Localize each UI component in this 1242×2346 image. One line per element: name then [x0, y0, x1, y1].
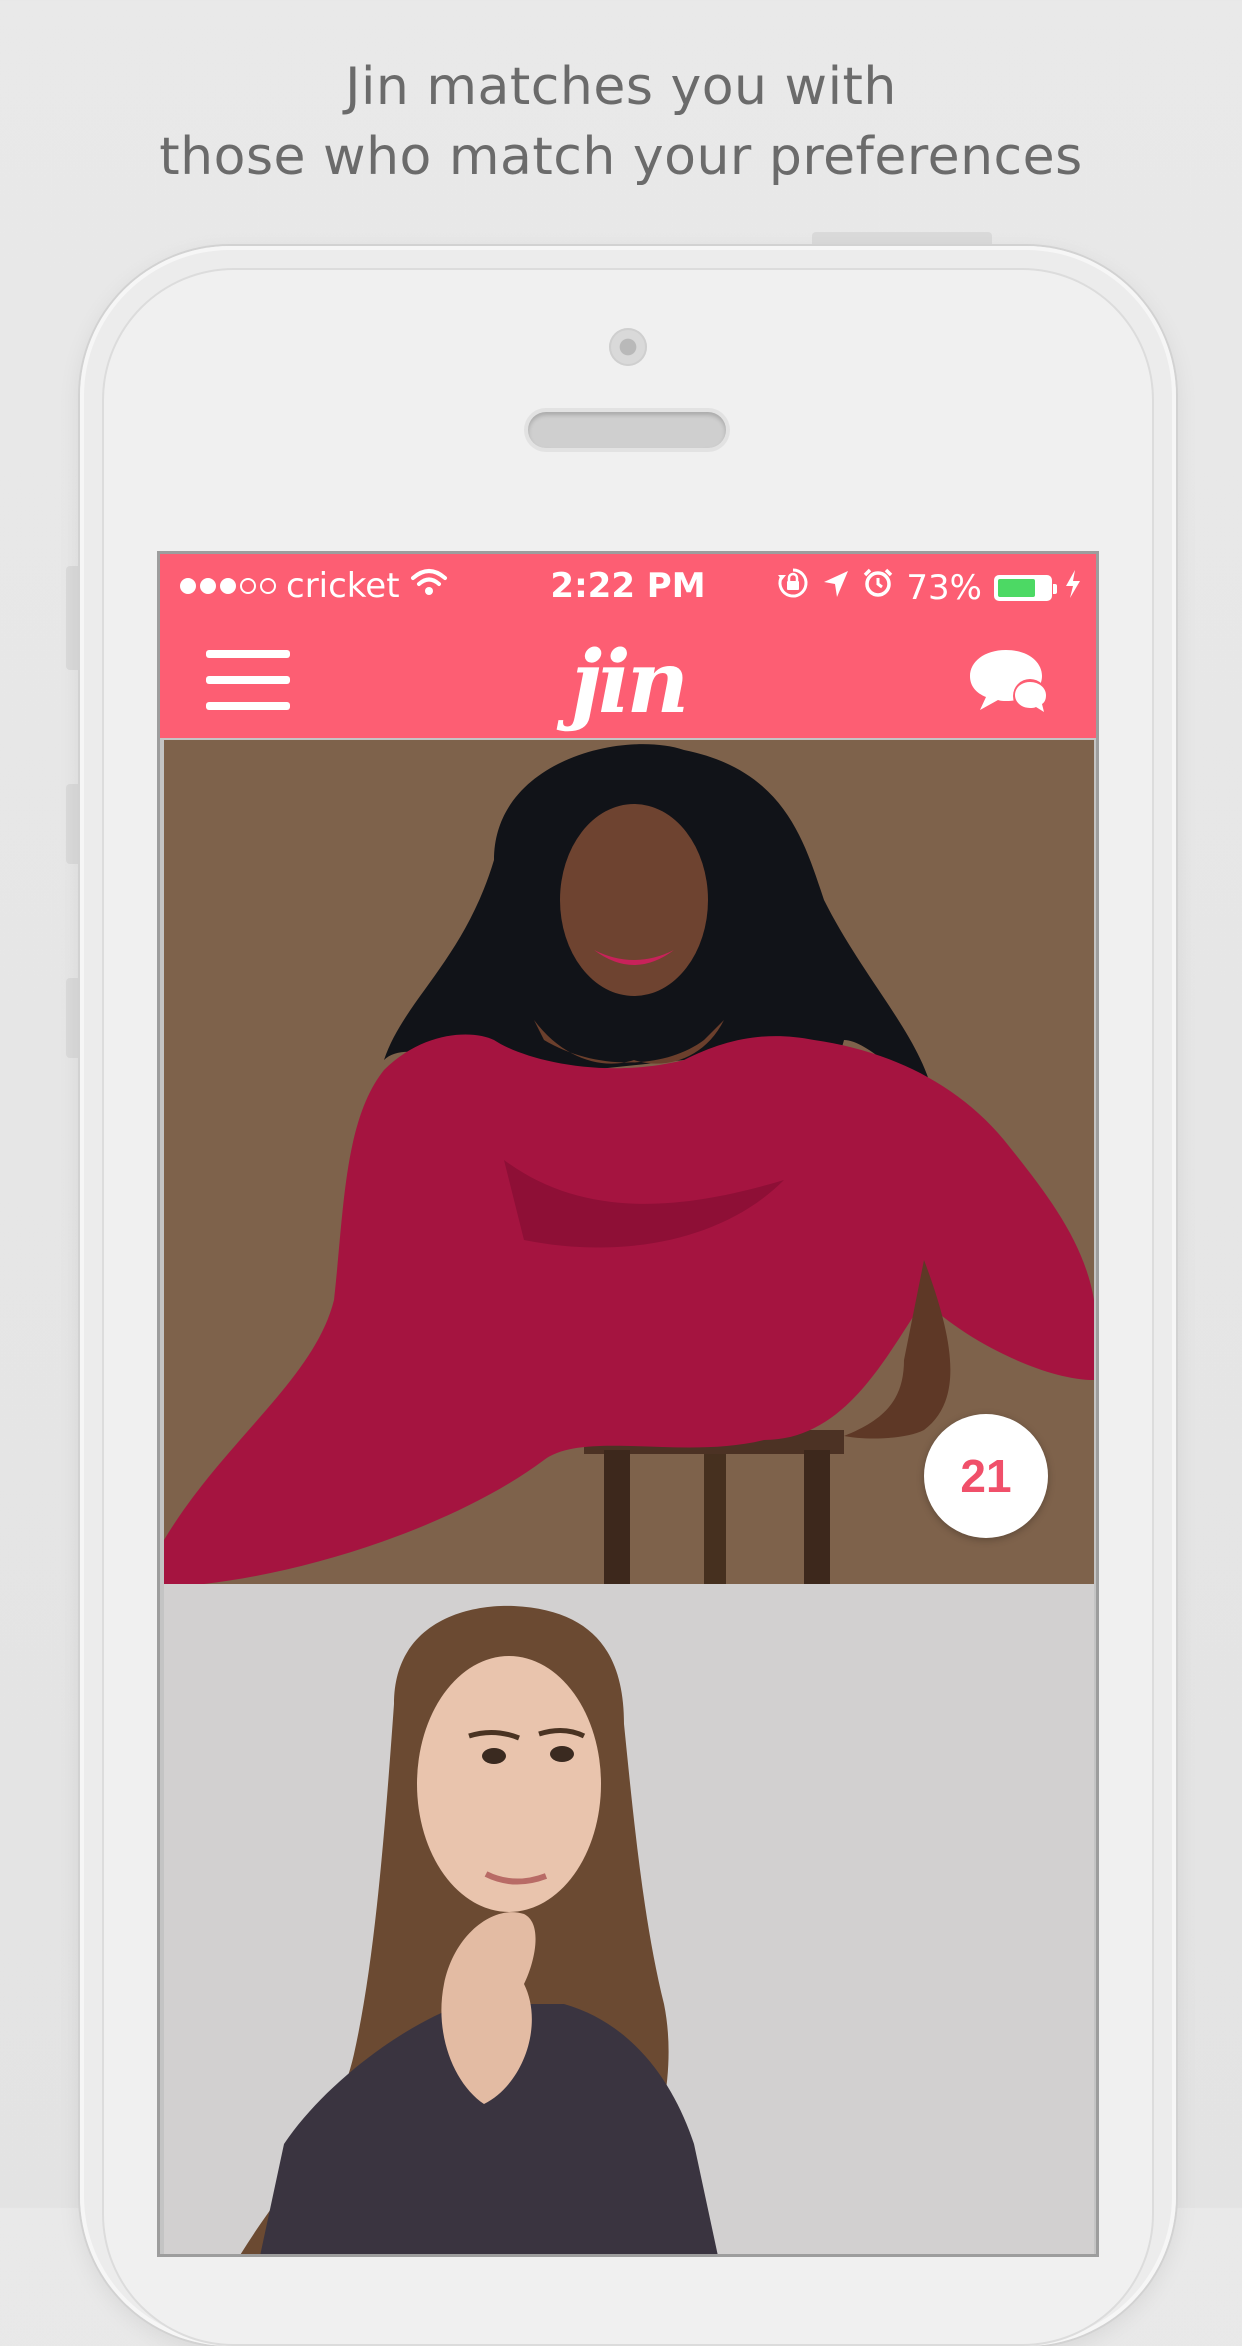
match-card[interactable]: [164, 1584, 1094, 2254]
status-bar: cricket 2:22 PM 73%: [160, 554, 1096, 618]
profile-photo: [164, 1584, 1094, 2254]
battery-level: [998, 578, 1035, 597]
volume-up-button: [66, 784, 78, 864]
chat-bubbles-icon: [966, 650, 1050, 720]
battery-icon: [994, 574, 1057, 601]
headline-line-2: those who match your preferences: [159, 127, 1083, 187]
orientation-lock-icon: [776, 566, 810, 609]
earpiece-speaker: [528, 412, 726, 448]
charging-bolt-icon: [1064, 568, 1082, 608]
battery-percent: 73%: [906, 567, 982, 608]
status-bar-right: 73%: [776, 566, 1082, 609]
promo-headline: Jin matches you with those who match you…: [0, 52, 1242, 192]
chat-button[interactable]: [966, 646, 1050, 716]
location-arrow-icon: [822, 568, 850, 608]
mute-switch: [66, 566, 78, 670]
app-navbar: jin: [160, 618, 1096, 738]
app-logo: jin: [570, 632, 689, 733]
front-camera: [609, 328, 647, 366]
power-button: [812, 232, 992, 244]
alarm-icon: [862, 567, 894, 608]
match-feed[interactable]: 21: [164, 740, 1094, 2254]
match-card[interactable]: 21: [164, 740, 1094, 1584]
volume-down-button: [66, 978, 78, 1058]
age-badge: 21: [924, 1414, 1048, 1538]
app-screen: cricket 2:22 PM 73% jin 21: [160, 554, 1096, 2254]
headline-line-1: Jin matches you with: [345, 57, 897, 117]
